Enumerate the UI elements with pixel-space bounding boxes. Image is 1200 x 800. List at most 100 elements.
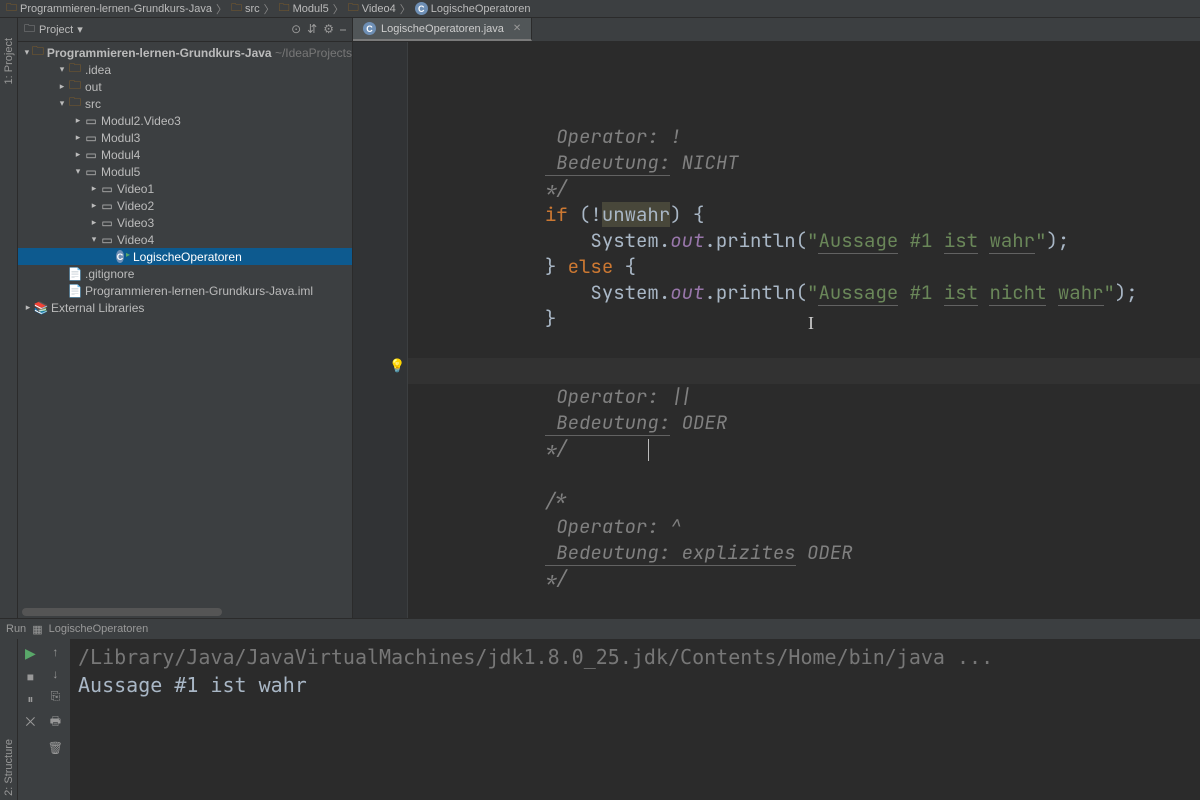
- pkg-icon: ▭: [84, 114, 98, 128]
- tree-item-label: Programmieren-lernen-Grundkurs-Java.iml: [85, 284, 313, 298]
- tree-item-label: LogischeOperatoren: [133, 250, 242, 264]
- left-tool-strip-bottom: 2: Structure: [0, 639, 18, 800]
- tree-arrow-icon[interactable]: ▾: [56, 98, 68, 109]
- java-class-icon: C: [363, 22, 376, 35]
- tree-arrow-icon[interactable]: ▸: [88, 200, 100, 211]
- tree-arrow-icon[interactable]: ▸: [72, 115, 84, 126]
- editor-area: C LogischeOperatoren.java ✕ 💡 I Operator…: [353, 18, 1200, 618]
- project-header: 🗀 Project ▾ ⊙ ⇵ ⚙ ⎯: [18, 18, 352, 42]
- stop-icon[interactable]: ■: [27, 670, 34, 684]
- pkg-icon: ▭: [100, 199, 114, 213]
- editor-tab-bar: C LogischeOperatoren.java ✕: [353, 18, 1200, 42]
- java-class-icon: C ▸: [116, 250, 130, 263]
- breadcrumb-item[interactable]: 🗀Modul5: [279, 0, 329, 18]
- breadcrumb-item[interactable]: 🗀src: [231, 0, 260, 18]
- scrollbar-thumb[interactable]: [22, 608, 222, 616]
- pkg-icon: ▭: [84, 165, 98, 179]
- export-icon[interactable]: ⎘: [51, 689, 61, 704]
- tab-label: LogischeOperatoren.java: [381, 23, 504, 35]
- pause-icon[interactable]: ⏸: [27, 692, 33, 707]
- folder-icon: 🗀: [6, 0, 17, 18]
- pkg-icon: ▭: [84, 131, 98, 145]
- close-icon[interactable]: ⨉: [26, 715, 36, 730]
- pkg-icon: ▭: [100, 233, 114, 247]
- tree-item[interactable]: 📄Programmieren-lernen-Grundkurs-Java.iml: [18, 282, 352, 299]
- breadcrumb-item[interactable]: CLogischeOperatoren: [415, 2, 531, 15]
- breadcrumb-item[interactable]: 🗀Video4: [348, 0, 396, 18]
- tree-item-label: .gitignore: [85, 267, 134, 281]
- tree-arrow-icon[interactable]: ▾: [72, 166, 84, 177]
- code-editor[interactable]: 💡 I Operator: ! Bedeutung: NICHT */ if (…: [353, 42, 1200, 618]
- tree-external-libraries[interactable]: ▸📚 External Libraries: [18, 299, 352, 316]
- library-icon: 📚: [34, 301, 48, 315]
- pkg-icon: ▭: [100, 216, 114, 230]
- run-header-label: Run: [6, 623, 26, 635]
- tree-item[interactable]: ▸▭Video2: [18, 197, 352, 214]
- tree-item-label: Modul5: [101, 165, 140, 179]
- left-tool-strip: 1: Project: [0, 18, 18, 618]
- file-icon: 📄: [68, 284, 82, 298]
- tree-item-label: Modul2.Video3: [101, 114, 181, 128]
- run-icon[interactable]: ▶: [25, 645, 36, 662]
- tree-arrow-icon[interactable]: ▸: [72, 149, 84, 160]
- breadcrumb-item[interactable]: 🗀Programmieren-lernen-Grundkurs-Java: [6, 0, 212, 18]
- run-header-config: LogischeOperatoren: [49, 623, 149, 635]
- tool-tab-project[interactable]: 1: Project: [3, 38, 15, 84]
- tree-arrow-icon[interactable]: ▸: [88, 217, 100, 228]
- tree-item-label: Video2: [117, 199, 154, 213]
- close-icon[interactable]: ✕: [513, 23, 521, 34]
- tree-item-label: Video4: [117, 233, 154, 247]
- tree-item[interactable]: ▾▭Modul5: [18, 163, 352, 180]
- folder-icon: 🗀: [68, 93, 82, 114]
- tree-arrow-icon[interactable]: ▸: [88, 183, 100, 194]
- java-class-icon: C: [415, 2, 428, 15]
- project-tree[interactable]: ▾🗀 Programmieren-lernen-Grundkurs-Java ~…: [18, 42, 352, 618]
- tree-item-label: .idea: [85, 63, 111, 77]
- print-icon[interactable]: 🖶: [50, 712, 61, 733]
- tree-item[interactable]: C ▸LogischeOperatoren: [18, 248, 352, 265]
- tree-item[interactable]: ▸▭Video3: [18, 214, 352, 231]
- gear-icon[interactable]: ⚙: [323, 22, 334, 37]
- code-content[interactable]: I Operator: ! Bedeutung: NICHT */ if (!u…: [408, 42, 1200, 618]
- tree-item-label: Modul3: [101, 131, 140, 145]
- editor-gutter: 💡: [353, 42, 408, 618]
- collapse-all-icon[interactable]: ⇵: [307, 22, 317, 37]
- tree-item[interactable]: ▾▭Video4: [18, 231, 352, 248]
- breadcrumb: 🗀Programmieren-lernen-Grundkurs-Java 〉 🗀…: [0, 0, 1200, 18]
- project-header-title: Project: [39, 24, 73, 36]
- hide-panel-icon[interactable]: ⎯: [340, 22, 346, 37]
- up-arrow-icon[interactable]: ↑: [52, 645, 58, 659]
- scroll-to-source-icon[interactable]: ⊙: [291, 22, 301, 37]
- tree-item[interactable]: ▾🗀src: [18, 95, 352, 112]
- folder-icon: 🗀: [231, 0, 242, 18]
- chevron-down-icon[interactable]: ▾: [77, 23, 83, 36]
- text-cursor-icon: I: [808, 310, 814, 336]
- tree-item-label: src: [85, 97, 101, 111]
- tree-item[interactable]: ▸▭Modul3: [18, 129, 352, 146]
- pkg-icon: ▭: [100, 182, 114, 196]
- project-tool-window: 🗀 Project ▾ ⊙ ⇵ ⚙ ⎯ ▾🗀 Programmieren-ler…: [18, 18, 353, 618]
- tree-item[interactable]: 📄.gitignore: [18, 265, 352, 282]
- run-header: Run ▦ LogischeOperatoren: [0, 619, 1200, 639]
- project-header-icon: 🗀: [24, 20, 35, 39]
- tree-item-label: out: [85, 80, 102, 94]
- tree-arrow-icon[interactable]: ▾: [56, 64, 68, 75]
- editor-tab[interactable]: C LogischeOperatoren.java ✕: [353, 18, 532, 41]
- folder-icon: 🗀: [279, 0, 290, 18]
- down-arrow-icon[interactable]: ↓: [52, 667, 58, 681]
- tree-arrow-icon[interactable]: ▾: [88, 234, 100, 245]
- tree-item-label: Video3: [117, 216, 154, 230]
- console-output[interactable]: /Library/Java/JavaVirtualMachines/jdk1.8…: [70, 639, 1200, 800]
- intention-bulb-icon[interactable]: 💡: [389, 358, 405, 374]
- tree-item[interactable]: ▸▭Modul4: [18, 146, 352, 163]
- tree-item[interactable]: ▸▭Video1: [18, 180, 352, 197]
- tree-arrow-icon[interactable]: ▸: [72, 132, 84, 143]
- trash-icon[interactable]: 🗑: [48, 741, 63, 755]
- caret: [648, 439, 649, 461]
- run-gutter: ▶ ■ ⏸ ⨉ ↑ ↓ ⎘ 🖶 🗑: [18, 639, 70, 800]
- pkg-icon: ▭: [84, 148, 98, 162]
- tree-item[interactable]: ▸▭Modul2.Video3: [18, 112, 352, 129]
- tree-arrow-icon[interactable]: ▸: [56, 81, 68, 92]
- tool-tab-structure[interactable]: 2: Structure: [3, 739, 15, 796]
- folder-icon: 🗀: [348, 0, 359, 18]
